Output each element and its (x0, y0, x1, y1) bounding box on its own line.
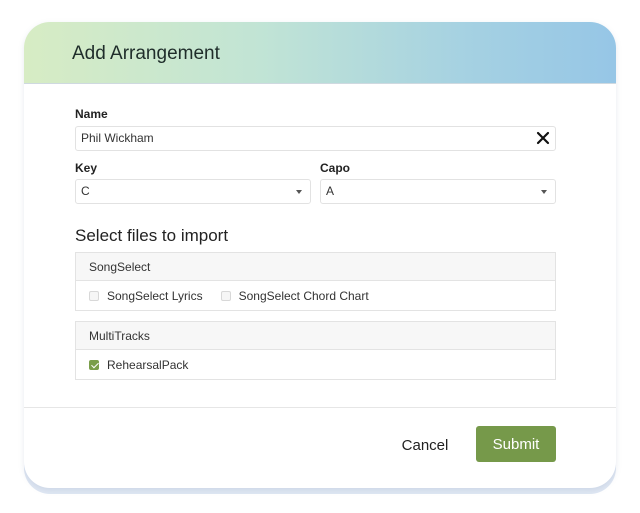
songselect-lyrics-label: SongSelect Lyrics (107, 288, 203, 303)
name-input-value: Phil Wickham (81, 131, 154, 145)
rehearsalpack-label: RehearsalPack (107, 357, 189, 372)
songselect-lyrics-checkbox[interactable] (89, 290, 99, 301)
key-label: Key (75, 161, 98, 175)
multitracks-group: MultiTracks RehearsalPack (75, 321, 556, 380)
capo-label: Capo (320, 161, 350, 175)
submit-button[interactable]: Submit (476, 426, 556, 462)
multitracks-group-title: MultiTracks (76, 322, 555, 350)
chevron-down-icon (296, 190, 302, 194)
footer-divider (24, 407, 616, 408)
chevron-down-icon (541, 190, 547, 194)
name-input[interactable]: Phil Wickham (75, 126, 556, 151)
capo-select[interactable]: A (320, 179, 556, 204)
add-arrangement-dialog: Add Arrangement Name Phil Wickham Key C … (24, 22, 616, 488)
cancel-button[interactable]: Cancel (390, 432, 460, 458)
key-select[interactable]: C (75, 179, 311, 204)
songselect-chord-chart-label: SongSelect Chord Chart (238, 288, 369, 303)
rehearsalpack-checkbox[interactable] (89, 359, 99, 370)
songselect-lyrics-option[interactable]: SongSelect Lyrics (89, 289, 203, 303)
songselect-group-options: SongSelect Lyrics SongSelect Chord Chart (76, 281, 555, 310)
rehearsalpack-option[interactable]: RehearsalPack (89, 358, 188, 372)
songselect-group: SongSelect SongSelect Lyrics SongSelect … (75, 252, 556, 311)
clear-icon[interactable] (536, 131, 550, 145)
dialog-title: Add Arrangement (72, 43, 220, 64)
songselect-chord-chart-option[interactable]: SongSelect Chord Chart (220, 288, 369, 303)
songselect-group-title: SongSelect (76, 253, 555, 281)
key-select-value: C (81, 184, 90, 198)
import-heading: Select files to import (75, 226, 229, 245)
dialog-header: Add Arrangement (24, 22, 616, 84)
name-label: Name (75, 107, 108, 121)
songselect-chord-chart-checkbox[interactable] (220, 290, 231, 301)
multitracks-group-options: RehearsalPack (76, 350, 555, 379)
capo-select-value: A (326, 184, 335, 198)
